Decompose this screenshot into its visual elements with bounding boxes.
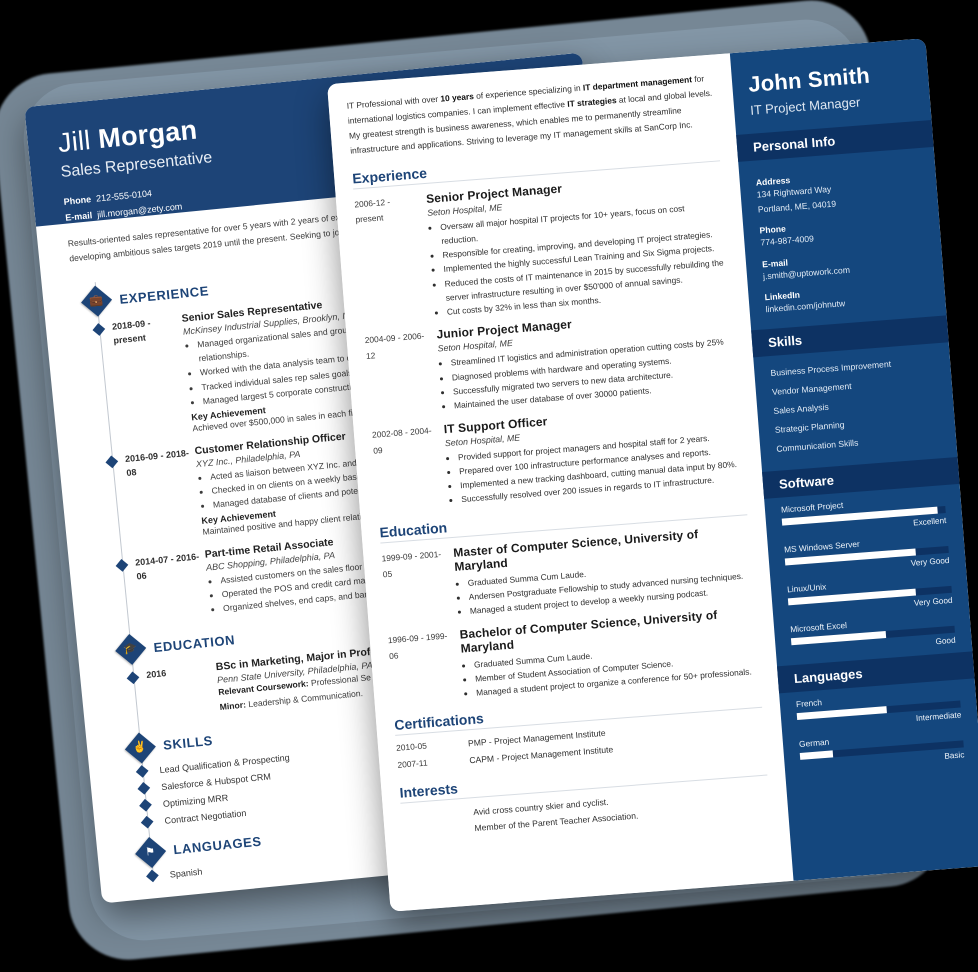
entry-dates: 2002-08 - 2004-09 <box>371 424 432 456</box>
skill-label: Optimizing MRR <box>162 792 229 809</box>
john-experience-entry: 2006-12 - present Senior Project Manager… <box>354 169 731 326</box>
john-experience-entry: 2004-09 - 2006-12 Junior Project Manager… <box>364 305 738 419</box>
entry-dates: 2004-09 - 2006-12 <box>364 331 425 362</box>
entry-dates: 2016-09 - 2018-08 <box>124 447 190 478</box>
timeline-marker <box>135 765 149 778</box>
entry-dates: 2006-12 - present <box>353 196 391 225</box>
entry-dates: 1999-09 - 2001-05 <box>381 548 442 580</box>
sidebar-personal-info: Address 134 Rightward Way Portland, ME, … <box>738 147 946 323</box>
language-label: Spanish <box>169 866 203 880</box>
screenshot-canvas: Jill Morgan Sales Representative Phone 21… <box>0 0 978 972</box>
timeline-marker <box>126 671 140 685</box>
john-experience-entry: 2002-08 - 2004-09 IT Support Officer Set… <box>372 399 746 513</box>
resume-card-john-smith[interactable]: IT Professional with over 10 years of ex… <box>327 38 978 912</box>
skill-label: Contract Negotiation <box>164 807 247 826</box>
jill-phone-value: 212-555-0104 <box>95 188 153 204</box>
jill-phone-label: Phone <box>63 194 92 207</box>
timeline-marker <box>105 455 119 468</box>
jill-education-heading: EDUCATION <box>152 632 236 656</box>
timeline-marker <box>137 782 151 795</box>
timeline-marker <box>139 799 152 812</box>
jill-email-label: E-mail <box>64 209 93 223</box>
entry-dates: 2007-11 <box>397 757 428 770</box>
entry-dates: 2014-07 - 2016-06 <box>134 551 200 582</box>
jill-first-name: Jill <box>56 124 92 159</box>
entry-dates: 2018-09 - present <box>111 318 151 346</box>
hand-skill-icon: ✌ <box>124 732 156 764</box>
entry-dates: 1996-09 - 1999-06 <box>387 630 448 661</box>
entry-bullets: Oversaw all major hospital IT projects f… <box>428 198 731 320</box>
timeline-marker <box>146 869 159 883</box>
sidebar-skills: Business Process Improvement Vendor Mana… <box>753 342 957 463</box>
timeline-marker <box>115 558 129 572</box>
summary-part-bold: 10 years <box>439 91 475 104</box>
meter-fill <box>799 750 833 760</box>
flag-icon: ⚑ <box>135 836 167 868</box>
sidebar-identity: John Smith IT Project Manager <box>730 38 932 133</box>
entry-dates-empty <box>402 821 463 842</box>
timeline-marker <box>92 323 106 336</box>
summary-part-bold: IT strategies <box>566 95 617 109</box>
john-name: John Smith <box>747 62 871 97</box>
graduation-cap-icon: 🎓 <box>115 634 147 666</box>
john-main-column: IT Professional with over 10 years of ex… <box>327 53 794 912</box>
summary-part: IT Professional with over <box>346 93 441 111</box>
timeline-marker <box>140 815 154 829</box>
entry-dates: 2016 <box>145 668 167 681</box>
minor-label: Minor: <box>219 699 247 713</box>
briefcase-icon: 💼 <box>81 285 113 317</box>
jill-skills-heading: SKILLS <box>162 733 214 753</box>
jill-languages-heading: LANGUAGES <box>172 833 263 858</box>
jill-experience-heading: EXPERIENCE <box>118 282 210 307</box>
jill-last-name: Morgan <box>96 114 199 155</box>
